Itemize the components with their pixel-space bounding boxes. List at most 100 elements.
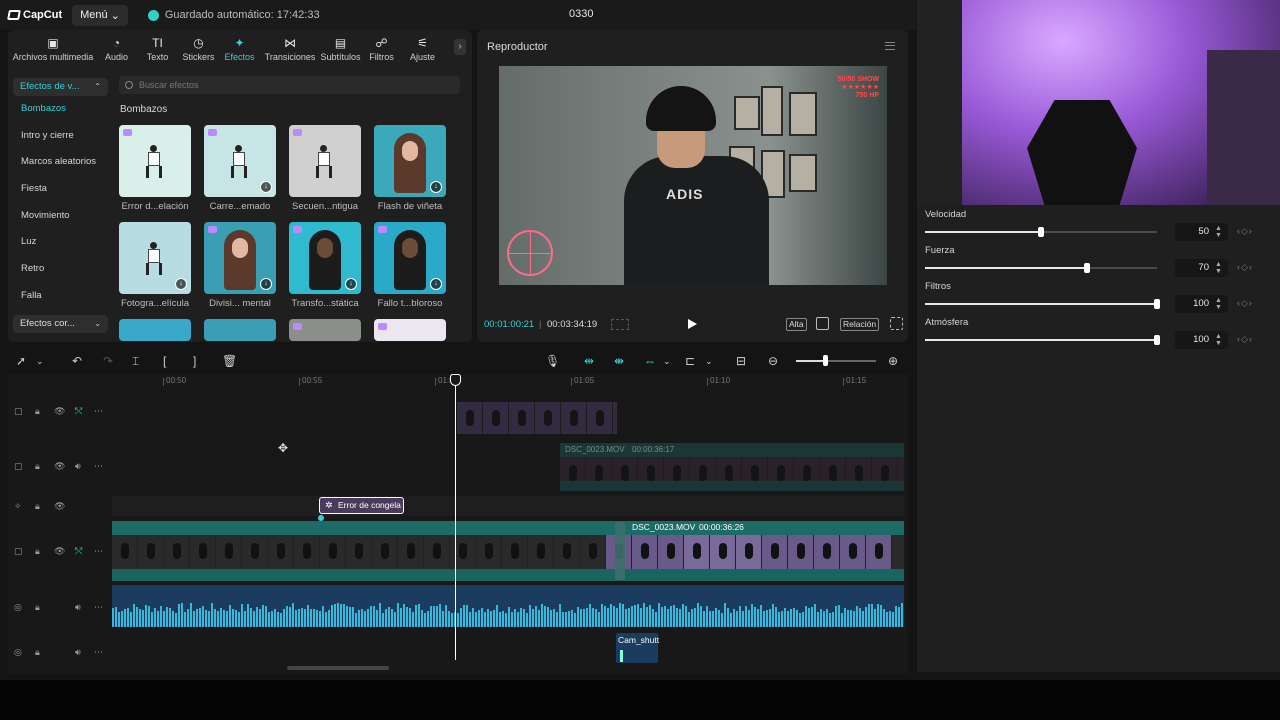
- select-cursor-icon[interactable]: ➚: [16, 354, 26, 368]
- eye-icon[interactable]: 👁︎: [54, 501, 65, 512]
- effect-card[interactable]: ↓ Fallo t...bloroso: [374, 222, 446, 319]
- lock-icon[interactable]: 🔒︎: [35, 602, 40, 613]
- category-item[interactable]: Fiesta: [13, 176, 108, 203]
- chevron-down-icon[interactable]: ⌄: [36, 354, 44, 368]
- delete-icon[interactable]: 🗑: [222, 354, 237, 368]
- lock-icon[interactable]: 🔒︎: [35, 501, 40, 512]
- microphone-icon[interactable]: 🎙: [545, 354, 560, 368]
- chevron-down-icon[interactable]: ⌄: [705, 354, 713, 368]
- eye-icon[interactable]: 👁︎: [54, 461, 65, 472]
- effect-card[interactable]: [374, 319, 446, 342]
- chevron-down-icon[interactable]: ⌄: [663, 354, 671, 368]
- cover-icon[interactable]: ⤲: [75, 406, 82, 417]
- property-slider-knob[interactable]: [1084, 263, 1091, 273]
- category-item[interactable]: Bombazos: [13, 96, 108, 123]
- effect-card[interactable]: [289, 319, 361, 342]
- preview-axis-icon[interactable]: ⊏: [685, 354, 695, 368]
- speaker-icon[interactable]: 🔊︎: [75, 602, 81, 613]
- undo-icon[interactable]: ↶: [72, 354, 82, 368]
- main-clip-header[interactable]: [112, 521, 904, 535]
- effect-card[interactable]: ↓ Fotogra...elícula: [119, 222, 191, 319]
- category-item[interactable]: Movimiento: [13, 203, 108, 230]
- timecode-grid-icon[interactable]: [611, 319, 629, 330]
- trim-left-icon[interactable]: [: [163, 354, 166, 368]
- stepper-icon[interactable]: ▲ ▼: [1215, 297, 1222, 311]
- more-icon[interactable]: ⋯: [94, 406, 103, 417]
- download-icon[interactable]: ↓: [260, 181, 272, 193]
- keyframe-icon[interactable]: ‹◇›: [1237, 226, 1253, 237]
- audio-clip[interactable]: [112, 585, 904, 627]
- property-slider-knob[interactable]: [1154, 299, 1160, 309]
- effect-clip[interactable]: ✲ Error de congela: [319, 497, 404, 514]
- zoom-out-icon[interactable]: ⊖: [768, 354, 778, 368]
- ratio-button[interactable]: Relación: [840, 318, 880, 331]
- stepper-icon[interactable]: ▲ ▼: [1215, 261, 1222, 275]
- tab-stickers[interactable]: ◷ Stickers: [178, 36, 219, 66]
- effects-search[interactable]: [119, 76, 460, 94]
- playhead-handle[interactable]: [450, 374, 461, 386]
- effect-card[interactable]: [119, 319, 191, 342]
- snap-icon[interactable]: ⇼: [614, 354, 624, 368]
- tab-transitions[interactable]: ⋈ Transiciones: [260, 36, 320, 66]
- effect-card[interactable]: [204, 319, 276, 342]
- search-input[interactable]: [139, 80, 439, 90]
- download-icon[interactable]: ↓: [175, 278, 187, 290]
- tab-media[interactable]: ▣ Archivos multimedia: [10, 36, 96, 66]
- category-header[interactable]: Efectos de v... ⌃: [13, 78, 108, 96]
- speaker-icon[interactable]: 🔊︎: [75, 461, 81, 472]
- main-clip-frames[interactable]: [112, 535, 904, 569]
- tab-adjust[interactable]: ⚟ Ajuste: [402, 36, 443, 66]
- trim-right-icon[interactable]: ]: [193, 354, 196, 368]
- download-icon[interactable]: ↓: [430, 278, 442, 290]
- caption-icon[interactable]: ⊟: [736, 354, 746, 368]
- keyframe-icon[interactable]: ‹◇›: [1237, 298, 1253, 309]
- tabs-next-button[interactable]: ›: [454, 39, 466, 55]
- more-icon[interactable]: ⋯: [94, 647, 103, 658]
- fit-screen-icon[interactable]: [816, 317, 829, 330]
- tab-audio[interactable]: ◔ Audio: [96, 36, 137, 66]
- more-icon[interactable]: ⋯: [94, 602, 103, 613]
- eye-icon[interactable]: 👁︎: [54, 546, 65, 557]
- video-preview[interactable]: ADIS 50/50 SHOW ★★★★★★ 750 HP: [499, 66, 887, 285]
- tab-filters[interactable]: ☍ Filtros: [361, 36, 402, 66]
- more-icon[interactable]: ⋯: [94, 461, 103, 472]
- download-icon[interactable]: ↓: [430, 181, 442, 193]
- tab-text[interactable]: TI Texto: [137, 36, 178, 66]
- lock-icon[interactable]: 🔒︎: [35, 461, 40, 472]
- fullscreen-icon[interactable]: [890, 317, 903, 330]
- quality-button[interactable]: Alta: [786, 318, 807, 331]
- category-item[interactable]: Retro: [13, 256, 108, 283]
- speaker-icon[interactable]: 🔊︎: [75, 647, 81, 658]
- property-slider-knob[interactable]: [1038, 227, 1044, 237]
- stepper-icon[interactable]: ▲ ▼: [1215, 333, 1222, 347]
- sfx-clip[interactable]: Cam_shutt: [616, 633, 659, 663]
- effect-card[interactable]: ↓ Divisi... mental: [204, 222, 276, 319]
- tab-subtitles[interactable]: ▤ Subtítulos: [320, 36, 361, 66]
- play-icon[interactable]: [688, 319, 697, 329]
- magnet-icon[interactable]: ⇔: [644, 354, 656, 368]
- keyframe-icon[interactable]: ‹◇›: [1237, 262, 1253, 273]
- zoom-in-icon[interactable]: ⊕: [888, 354, 898, 368]
- hamburger-menu-icon[interactable]: [885, 42, 895, 50]
- effect-card[interactable]: ↓ Carre...emado: [204, 125, 276, 222]
- category-item[interactable]: Marcos aleatorios: [13, 149, 108, 176]
- tab-effects[interactable]: ✦ Efectos: [219, 36, 260, 66]
- more-icon[interactable]: ⋯: [94, 546, 103, 557]
- stepper-icon[interactable]: ▲ ▼: [1215, 225, 1222, 239]
- menu-button[interactable]: Menú ⌄: [72, 4, 128, 26]
- cover-icon[interactable]: ⤲: [75, 546, 82, 557]
- link-clips-icon[interactable]: ⇹: [584, 354, 594, 368]
- property-slider-knob[interactable]: [1154, 335, 1160, 345]
- effect-card[interactable]: ↓ Flash de viñeta: [374, 125, 446, 222]
- overlay-clip-2[interactable]: DSC_0023.MOV 00:00:36:17: [560, 443, 904, 491]
- keyframe-icon[interactable]: ‹◇›: [1237, 334, 1253, 345]
- lock-icon[interactable]: 🔒︎: [35, 647, 40, 658]
- effect-card[interactable]: Secuen...ntigua: [289, 125, 361, 222]
- lock-icon[interactable]: 🔒︎: [35, 546, 40, 557]
- effect-card[interactable]: ↓ Transfo...stática: [289, 222, 361, 319]
- timeline-scrollbar[interactable]: [287, 666, 389, 670]
- redo-icon[interactable]: ↷: [103, 354, 113, 368]
- effect-card[interactable]: Error d...elación: [119, 125, 191, 222]
- category-item[interactable]: Intro y cierre: [13, 123, 108, 150]
- split-icon[interactable]: ⌶: [132, 354, 139, 368]
